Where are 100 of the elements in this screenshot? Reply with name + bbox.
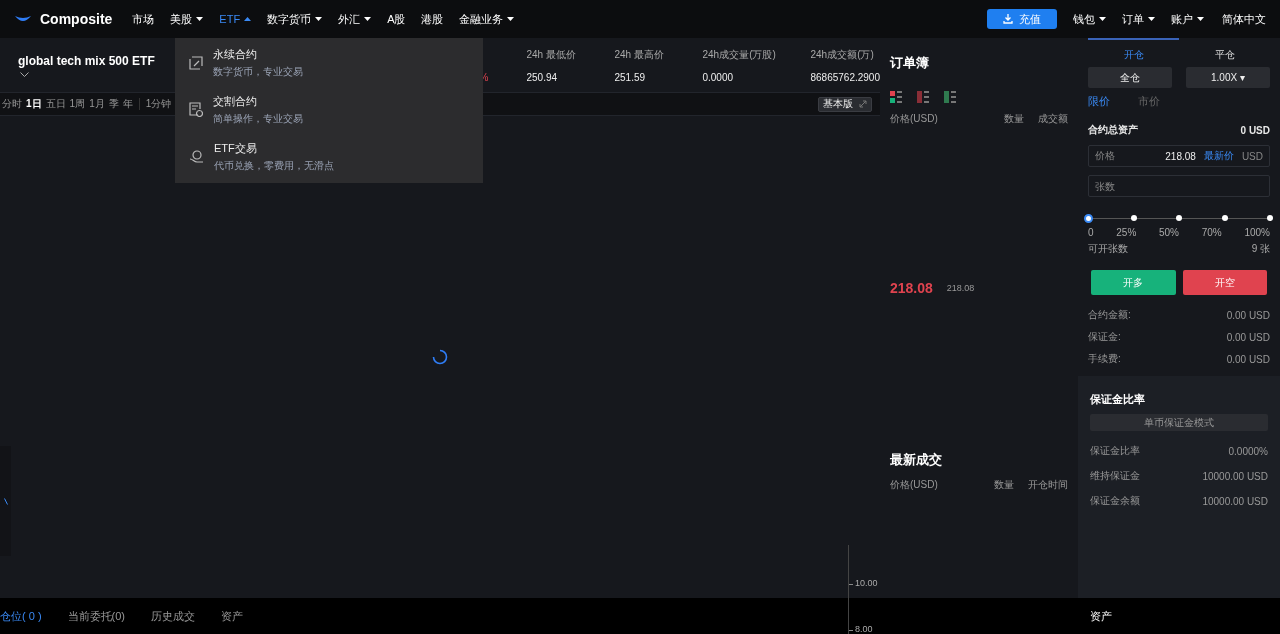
bottom-tab[interactable]: 仓位( 0 ) — [0, 608, 42, 624]
section-title: 订单簿 — [890, 54, 930, 72]
slider-mark: 50% — [1159, 227, 1179, 238]
axis-label: 10.00 — [855, 578, 878, 588]
slider-step[interactable] — [1130, 215, 1137, 221]
logo-icon — [14, 15, 32, 23]
stat-value: 251.59 — [614, 71, 647, 83]
slider-thumb[interactable] — [1084, 214, 1093, 223]
period-tab[interactable]: 1日 — [24, 97, 44, 111]
nav-item[interactable]: 账户 — [1163, 0, 1212, 38]
menu-item-title[interactable]: ETF交易 — [214, 140, 334, 156]
menu-item-title[interactable]: 永续合约 — [213, 46, 303, 62]
document-check-icon — [189, 102, 203, 117]
stat-label: 24h成交量(万股) — [702, 47, 777, 62]
leverage-button[interactable]: 1.00X ▾ — [1186, 67, 1270, 88]
assets-tab[interactable]: 资产 — [1090, 608, 1112, 624]
field-label: 保证金比率 — [1090, 444, 1140, 458]
stat-label: 24h 最低价 — [526, 47, 577, 62]
sell-button[interactable]: 开空 — [1182, 270, 1267, 295]
caret-icon — [507, 17, 515, 21]
bottom-tab[interactable]: 资产 — [221, 608, 243, 624]
nav-item[interactable]: 数字货币 — [259, 0, 331, 38]
loading-spinner-icon — [432, 349, 448, 365]
field-value: 0.0000% — [1228, 445, 1268, 457]
field-value: 10000.00 USD — [1202, 495, 1268, 507]
bottom-tab[interactable]: 当前委托(0) — [67, 608, 125, 624]
nav-item[interactable]: 美股 — [162, 0, 212, 38]
menu-item-description: 数字货币，专业交易 — [213, 64, 303, 79]
version-button[interactable]: 基本版 — [818, 96, 872, 112]
expand-icon — [859, 100, 867, 108]
period-tab[interactable]: 五日 — [43, 97, 68, 111]
stat-value: 86865762.2900 — [810, 71, 880, 83]
deposit-button[interactable]: 充值 — [987, 9, 1057, 29]
column-header: 数量 — [994, 478, 1014, 492]
download-icon — [1003, 14, 1013, 24]
chevron-down-icon[interactable] — [20, 71, 29, 77]
slider-step[interactable] — [1267, 215, 1273, 221]
order-type-tab[interactable]: 限价 — [1088, 94, 1110, 109]
field-label: 手续费: — [1088, 352, 1121, 366]
field-label: 保证金余额 — [1090, 494, 1140, 508]
column-header: 数量 — [1004, 112, 1024, 126]
slider-mark: 0 — [1088, 227, 1094, 238]
period-tab[interactable]: 1月 — [87, 97, 107, 111]
period-tab[interactable]: 1周 — [67, 97, 88, 111]
language-selector[interactable]: 简体中文 — [1212, 11, 1266, 27]
nav-item[interactable]: 钱包 — [1065, 0, 1114, 38]
caret-icon — [1148, 17, 1155, 21]
caret-icon — [1099, 17, 1106, 21]
logo-text: Composite — [40, 11, 113, 27]
caret-icon — [364, 17, 372, 21]
last-price: 218.08 — [890, 280, 933, 296]
menu-item-description: 简单操作，专业交易 — [213, 111, 303, 126]
layout-icon[interactable] — [944, 91, 956, 103]
slider-step[interactable] — [1176, 215, 1182, 221]
field-value: 9 张 — [1251, 242, 1270, 256]
interval-selector[interactable]: 1分钟 — [143, 97, 174, 111]
order-tab[interactable]: 平仓 — [1179, 38, 1270, 67]
nav-item[interactable]: 港股 — [413, 0, 452, 38]
period-tab[interactable]: 年 — [120, 97, 135, 111]
period-tab[interactable]: 季 — [106, 97, 121, 111]
slider-mark: 100% — [1244, 227, 1270, 238]
nav-item[interactable]: ETF — [211, 0, 260, 38]
layout-icon[interactable] — [917, 91, 929, 103]
nav-item[interactable]: 市场 — [124, 0, 163, 38]
section-title: 保证金比率 — [1090, 392, 1146, 407]
column-header: 开仓时间 — [1028, 478, 1068, 492]
quantity-field[interactable]: 张数 — [1088, 175, 1270, 197]
stat-value: 250.94 — [526, 71, 559, 83]
nav-item[interactable]: 金融业务 — [451, 0, 523, 38]
slider-mark: 25% — [1116, 227, 1137, 238]
period-tab[interactable]: 分时 — [0, 97, 24, 111]
field-value: 0.00 USD — [1226, 331, 1270, 343]
column-header: 成交额 — [1038, 112, 1068, 126]
edit-note-icon — [189, 55, 203, 70]
margin-mode-button[interactable]: 全仓 — [1088, 67, 1172, 88]
layout-icon[interactable] — [890, 91, 902, 103]
side-handle[interactable] — [0, 446, 11, 556]
mark-price: 218.08 — [946, 283, 975, 293]
column-header: 价格(USD) — [890, 112, 938, 126]
field-label: 可开张数 — [1088, 242, 1128, 256]
caret-icon — [1197, 17, 1204, 21]
bottom-tab[interactable]: 历史成交 — [151, 608, 195, 624]
menu-item-description: 代币兑换，零费用，无滑点 — [214, 158, 334, 173]
menu-item-title[interactable]: 交割合约 — [213, 93, 303, 109]
price-field[interactable]: 价格 218.08 最新价 USD — [1088, 145, 1270, 167]
slider-step[interactable] — [1221, 215, 1228, 221]
nav-item[interactable]: A股 — [379, 0, 414, 38]
nav-item[interactable]: 外汇 — [330, 0, 380, 38]
field-label: 合约总资产 — [1088, 123, 1138, 137]
field-label: 保证金: — [1088, 330, 1121, 344]
field-value: 0 USD — [1240, 124, 1270, 136]
field-label: 维持保证金 — [1090, 469, 1140, 483]
section-title: 最新成交 — [890, 451, 943, 469]
margin-mode-button[interactable]: 单币保证金模式 — [1090, 414, 1268, 431]
stat-value: 0.0000 — [702, 71, 735, 83]
slider-mark: 70% — [1201, 227, 1222, 238]
column-header: 价格(USD) — [890, 478, 938, 492]
nav-item[interactable]: 订单 — [1114, 0, 1163, 38]
axis-label: 8.00 — [855, 624, 873, 634]
stat-label: 24h 最高价 — [614, 47, 665, 62]
